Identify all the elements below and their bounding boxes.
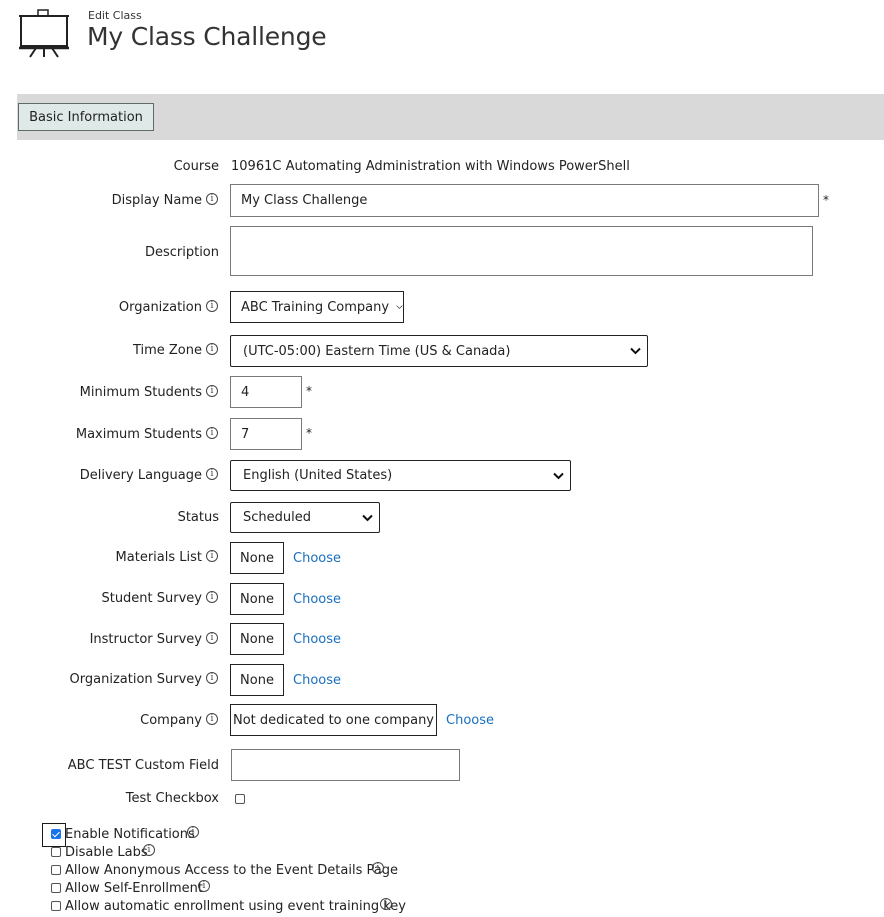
info-icon[interactable]: i <box>143 844 155 856</box>
custom-field-label: ABC TEST Custom Field <box>67 758 219 773</box>
chevron-down-icon <box>553 472 564 479</box>
materials-list-value: None <box>230 542 284 574</box>
self-enrollment-checkbox[interactable] <box>51 883 61 893</box>
required-marker: * <box>306 426 312 440</box>
delivery-language-value: English (United States) <box>243 468 393 483</box>
info-icon[interactable]: i <box>187 826 199 838</box>
anonymous-access-checkbox[interactable] <box>51 865 61 875</box>
instructor-survey-value: None <box>230 623 284 655</box>
info-icon[interactable]: i <box>206 343 218 355</box>
status-value: Scheduled <box>243 510 311 525</box>
description-textarea[interactable] <box>230 226 813 276</box>
status-label: Status <box>177 510 219 525</box>
info-icon[interactable]: i <box>206 468 218 480</box>
info-icon[interactable]: i <box>206 672 218 684</box>
company-choose-link[interactable]: Choose <box>446 713 494 728</box>
info-icon[interactable]: i <box>206 632 218 644</box>
organization-survey-label: Organization Survey <box>69 672 202 687</box>
page-title: My Class Challenge <box>87 22 327 51</box>
max-students-label: Maximum Students <box>75 427 202 442</box>
max-students-input[interactable]: 7 <box>230 418 302 450</box>
info-icon[interactable]: i <box>206 713 218 725</box>
auto-enrollment-checkbox[interactable] <box>51 901 61 911</box>
disable-labs-label[interactable]: Disable Labs <box>65 845 148 861</box>
display-name-label: Display Name <box>111 193 202 208</box>
info-icon[interactable]: i <box>198 880 210 892</box>
chevron-down-icon <box>396 305 403 309</box>
materials-list-choose-link[interactable]: Choose <box>293 551 341 566</box>
display-name-input[interactable]: My Class Challenge <box>230 184 819 217</box>
time-zone-select[interactable]: (UTC-05:00) Eastern Time (US & Canada) <box>230 335 648 367</box>
company-label: Company <box>140 713 202 728</box>
instructor-survey-label: Instructor Survey <box>89 632 202 647</box>
tab-strip: Basic Information <box>17 94 884 140</box>
info-icon[interactable]: i <box>206 385 218 397</box>
info-icon[interactable]: i <box>372 862 384 874</box>
materials-list-label: Materials List <box>115 550 202 565</box>
min-students-label: Minimum Students <box>79 385 202 400</box>
test-checkbox-label: Test Checkbox <box>125 791 219 806</box>
enable-notifications-checkbox[interactable] <box>51 829 61 839</box>
page-subtitle: Edit Class <box>88 9 142 22</box>
student-survey-value: None <box>230 583 284 615</box>
organization-label: Organization <box>118 300 202 315</box>
info-icon[interactable]: i <box>206 591 218 603</box>
info-icon[interactable]: i <box>206 427 218 439</box>
self-enrollment-label[interactable]: Allow Self-Enrollment <box>65 881 203 897</box>
organization-survey-choose-link[interactable]: Choose <box>293 673 341 688</box>
company-value: Not dedicated to one company <box>230 704 437 736</box>
info-icon[interactable]: i <box>380 898 392 910</box>
chevron-down-icon <box>362 514 373 521</box>
min-students-input[interactable]: 4 <box>230 376 302 408</box>
student-survey-label: Student Survey <box>101 591 202 606</box>
info-icon[interactable]: i <box>206 550 218 562</box>
organization-survey-value: None <box>230 664 284 696</box>
info-icon[interactable]: i <box>206 193 218 205</box>
presentation-board-icon <box>19 9 69 58</box>
instructor-survey-choose-link[interactable]: Choose <box>293 632 341 647</box>
time-zone-value: (UTC-05:00) Eastern Time (US & Canada) <box>243 343 511 359</box>
chevron-down-icon <box>630 347 641 355</box>
organization-value: ABC Training Company <box>241 299 390 315</box>
required-marker: * <box>823 193 829 207</box>
enable-notifications-label[interactable]: Enable Notifications <box>65 827 195 843</box>
required-marker: * <box>306 384 312 398</box>
student-survey-choose-link[interactable]: Choose <box>293 592 341 607</box>
anonymous-access-label[interactable]: Allow Anonymous Access to the Event Deta… <box>65 863 398 879</box>
course-value: 10961C Automating Administration with Wi… <box>231 159 630 174</box>
disable-labs-checkbox[interactable] <box>51 847 61 857</box>
delivery-language-select[interactable]: English (United States) <box>230 460 571 491</box>
delivery-language-label: Delivery Language <box>79 468 202 483</box>
description-label: Description <box>144 245 219 260</box>
course-label: Course <box>173 159 219 174</box>
info-icon[interactable]: i <box>206 300 218 312</box>
auto-enrollment-label[interactable]: Allow automatic enrollment using event t… <box>65 899 406 915</box>
test-checkbox[interactable] <box>235 794 245 804</box>
time-zone-label: Time Zone <box>132 343 202 358</box>
organization-dropdown[interactable]: ABC Training Company <box>230 291 404 323</box>
tab-basic-information[interactable]: Basic Information <box>18 103 154 131</box>
custom-field-input[interactable] <box>231 749 460 781</box>
status-select[interactable]: Scheduled <box>230 502 380 533</box>
